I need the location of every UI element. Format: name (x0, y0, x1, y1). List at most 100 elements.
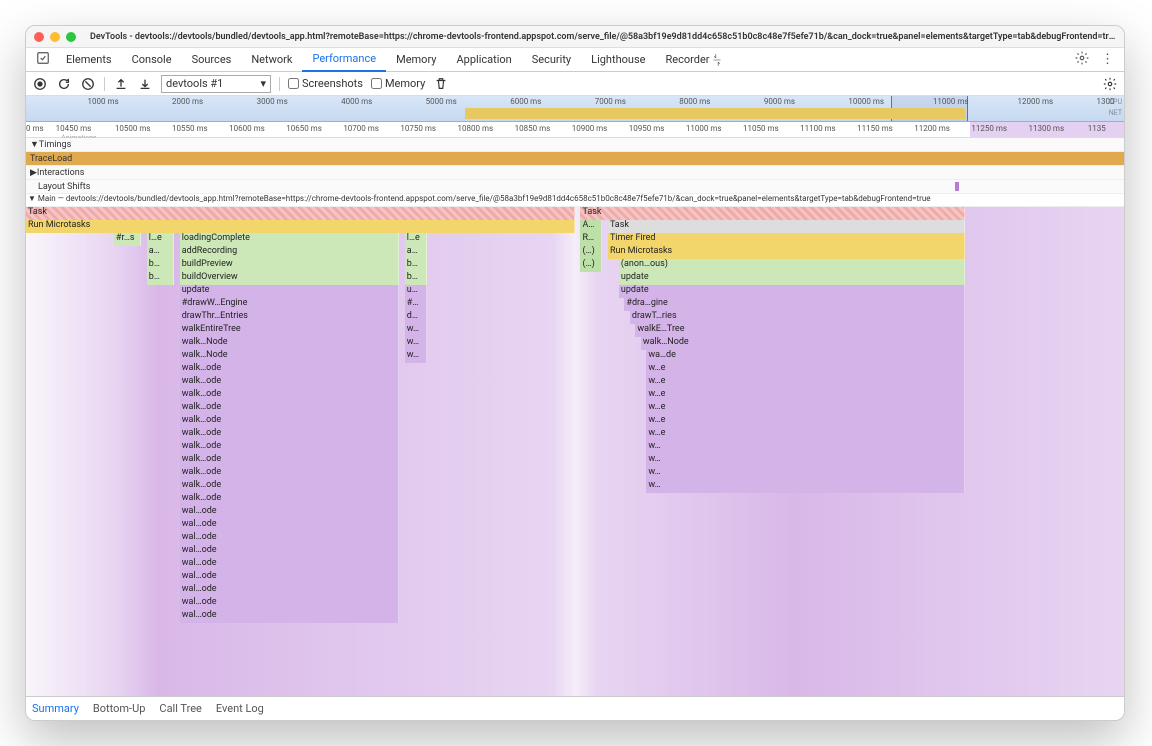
flame-entry[interactable]: A… (580, 220, 602, 233)
reload-icon[interactable] (56, 76, 72, 92)
flame-entry[interactable]: wal…ode (180, 532, 400, 545)
flame-entry[interactable]: wal…ode (180, 571, 400, 584)
flame-entry[interactable]: (anon…ous) (619, 259, 965, 272)
flame-entry[interactable]: Task (26, 207, 575, 220)
flame-entry[interactable]: #dra…gine (624, 298, 964, 311)
tab-recorder[interactable]: Recorder (655, 48, 733, 72)
flame-entry[interactable]: #drawW…Engine (180, 298, 400, 311)
flame-entry[interactable]: Timer Fired (608, 233, 965, 246)
calltree-tab[interactable]: Call Tree (159, 702, 201, 715)
flame-entry[interactable]: walk…ode (180, 389, 400, 402)
flame-entry[interactable]: walk…ode (180, 467, 400, 480)
more-icon[interactable]: ⋮ (1095, 52, 1120, 67)
flame-entry[interactable]: b… (147, 272, 174, 285)
flame-entry[interactable]: wa…de (646, 350, 964, 363)
flame-entry[interactable]: Run Microtasks (608, 246, 965, 259)
clear-icon[interactable] (80, 76, 96, 92)
flame-entry[interactable]: walkE…Tree (635, 324, 964, 337)
flame-entry[interactable]: #r…s (114, 233, 141, 246)
flame-entry[interactable]: b… (147, 259, 174, 272)
tab-performance[interactable]: Performance (302, 48, 386, 72)
main-thread-header[interactable]: ▼ Main — devtools://devtools/bundled/dev… (26, 194, 1124, 207)
flame-entry[interactable]: walk…ode (180, 493, 400, 506)
flame-chart[interactable]: TaskTaskRun MicrotasksA…Task#r…sl…eloadi… (26, 207, 1124, 696)
summary-tab[interactable]: Summary (32, 702, 79, 715)
flame-entry[interactable]: update (180, 285, 400, 298)
tab-security[interactable]: Security (522, 48, 581, 72)
flame-entry[interactable]: w… (646, 441, 964, 454)
flame-entry[interactable]: w… (646, 467, 964, 480)
flame-entry[interactable]: w… (405, 337, 427, 350)
flame-entry[interactable]: update (619, 285, 965, 298)
trash-icon[interactable] (433, 76, 449, 92)
flame-entry[interactable]: loadingComplete (180, 233, 400, 246)
settings-icon[interactable] (1069, 51, 1095, 69)
flame-entry[interactable]: wal…ode (180, 610, 400, 623)
flame-entry[interactable]: w…e (646, 415, 964, 428)
flame-entry[interactable]: walk…ode (180, 402, 400, 415)
flame-entry[interactable]: walk…Node (180, 337, 400, 350)
flame-entry[interactable]: #… (405, 298, 427, 311)
flame-entry[interactable]: d… (405, 311, 427, 324)
flame-entry[interactable]: walk…ode (180, 454, 400, 467)
flame-entry[interactable]: walk…Node (180, 350, 400, 363)
tab-sources[interactable]: Sources (182, 48, 242, 72)
overview-timeline[interactable]: CPU NET 1000 ms 2000 ms 3000 ms 4000 ms … (26, 96, 1124, 122)
eventlog-tab[interactable]: Event Log (216, 702, 264, 715)
flame-entry[interactable]: walk…ode (180, 415, 400, 428)
flame-entry[interactable]: wal…ode (180, 519, 400, 532)
flame-entry[interactable]: walk…ode (180, 376, 400, 389)
memory-checkbox[interactable]: Memory (371, 77, 425, 90)
flame-entry[interactable]: walkEntireTree (180, 324, 400, 337)
bottomup-tab[interactable]: Bottom-Up (93, 702, 146, 715)
flame-entry[interactable]: wal…ode (180, 584, 400, 597)
minimize-icon[interactable] (50, 32, 60, 42)
flame-entry[interactable]: buildPreview (180, 259, 400, 272)
flame-entry[interactable]: update (619, 272, 965, 285)
gear-icon[interactable] (1102, 76, 1118, 92)
record-icon[interactable] (32, 76, 48, 92)
flame-entry[interactable]: w…e (646, 389, 964, 402)
flame-entry[interactable]: walk…ode (180, 480, 400, 493)
flame-entry[interactable]: walk…ode (180, 428, 400, 441)
close-icon[interactable] (34, 32, 44, 42)
flame-entry[interactable]: u… (405, 285, 427, 298)
layout-shifts-track[interactable]: Layout Shifts (26, 180, 1124, 194)
tab-application[interactable]: Application (446, 48, 521, 72)
flame-entry[interactable]: wal…ode (180, 597, 400, 610)
session-select[interactable]: devtools #1▾ (161, 75, 271, 93)
download-icon[interactable] (137, 76, 153, 92)
flame-entry[interactable]: w…e (646, 376, 964, 389)
screenshots-checkbox[interactable]: Screenshots (288, 77, 363, 90)
inspect-icon[interactable] (30, 51, 56, 69)
flame-entry[interactable]: walk…ode (180, 363, 400, 376)
flame-entry[interactable]: a… (405, 246, 427, 259)
flame-entry[interactable]: Task (580, 207, 964, 220)
upload-icon[interactable] (113, 76, 129, 92)
flame-entry[interactable]: walk…Node (641, 337, 965, 350)
tab-network[interactable]: Network (241, 48, 302, 72)
flame-entry[interactable]: wal…ode (180, 558, 400, 571)
flame-entry[interactable]: Task (608, 220, 965, 233)
flame-entry[interactable]: w… (646, 454, 964, 467)
flame-entry[interactable]: w… (405, 324, 427, 337)
flame-entry[interactable]: b… (405, 272, 427, 285)
flame-entry[interactable]: R… (580, 233, 602, 246)
traceload-track[interactable]: TraceLoad (26, 152, 1124, 166)
timings-track[interactable]: ▼ Timings (26, 138, 1124, 152)
flame-entry[interactable]: b… (405, 259, 427, 272)
flame-entry[interactable]: w…e (646, 428, 964, 441)
flame-entry[interactable]: buildOverview (180, 272, 400, 285)
flame-entry[interactable]: w…e (646, 363, 964, 376)
flame-entry[interactable]: drawThr…Entries (180, 311, 400, 324)
flame-entry[interactable]: addRecording (180, 246, 400, 259)
flame-entry[interactable]: walk…ode (180, 441, 400, 454)
flame-entry[interactable]: (…) (580, 246, 602, 259)
tab-memory[interactable]: Memory (386, 48, 446, 72)
tab-console[interactable]: Console (122, 48, 182, 72)
tab-elements[interactable]: Elements (56, 48, 122, 72)
flame-entry[interactable]: a… (147, 246, 174, 259)
flame-entry[interactable]: l…e (147, 233, 174, 246)
flame-entry[interactable]: (…) (580, 259, 602, 272)
flame-entry[interactable]: l…e (405, 233, 427, 246)
